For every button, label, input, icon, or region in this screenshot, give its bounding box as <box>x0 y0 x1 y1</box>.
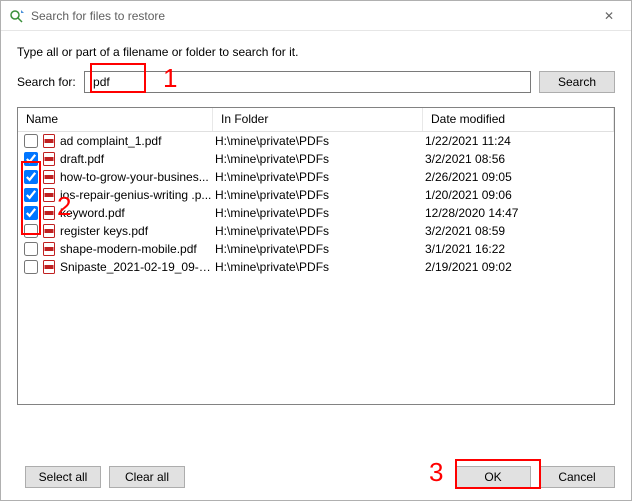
row-date: 3/2/2021 08:59 <box>425 224 608 238</box>
row-filename: Snipaste_2021-02-19_09-02... <box>60 260 215 274</box>
pdf-file-icon <box>42 188 56 202</box>
row-folder: H:\mine\private\PDFs <box>215 242 425 256</box>
row-date: 12/28/2020 14:47 <box>425 206 608 220</box>
search-label: Search for: <box>17 75 76 89</box>
row-date: 2/26/2021 09:05 <box>425 170 608 184</box>
table-row[interactable]: draft.pdfH:\mine\private\PDFs3/2/2021 08… <box>18 150 614 168</box>
dialog-body: Type all or part of a filename or folder… <box>1 31 631 405</box>
table-row[interactable]: how-to-grow-your-busines...H:\mine\priva… <box>18 168 614 186</box>
row-filename: ios-repair-genius-writing .p... <box>60 188 215 202</box>
pdf-file-icon <box>42 242 56 256</box>
table-row[interactable]: Snipaste_2021-02-19_09-02...H:\mine\priv… <box>18 258 614 276</box>
row-folder: H:\mine\private\PDFs <box>215 170 425 184</box>
row-checkbox[interactable] <box>24 260 38 274</box>
row-folder: H:\mine\private\PDFs <box>215 188 425 202</box>
column-header-date[interactable]: Date modified <box>423 108 614 131</box>
row-checkbox[interactable] <box>24 242 38 256</box>
pdf-file-icon <box>42 170 56 184</box>
select-all-button[interactable]: Select all <box>25 466 101 488</box>
table-row[interactable]: ad complaint_1.pdfH:\mine\private\PDFs1/… <box>18 132 614 150</box>
list-rows: ad complaint_1.pdfH:\mine\private\PDFs1/… <box>18 132 614 276</box>
pdf-file-icon <box>42 134 56 148</box>
cancel-button[interactable]: Cancel <box>539 466 615 488</box>
row-filename: how-to-grow-your-busines... <box>60 170 215 184</box>
search-input[interactable] <box>84 71 531 93</box>
dialog-footer: Select all Clear all OK Cancel <box>1 456 631 500</box>
row-checkbox[interactable] <box>24 152 38 166</box>
clear-all-button[interactable]: Clear all <box>109 466 185 488</box>
row-checkbox[interactable] <box>24 170 38 184</box>
table-row[interactable]: shape-modern-mobile.pdfH:\mine\private\P… <box>18 240 614 258</box>
dialog-window: Search for files to restore ✕ Type all o… <box>0 0 632 501</box>
row-date: 3/1/2021 16:22 <box>425 242 608 256</box>
row-checkbox[interactable] <box>24 188 38 202</box>
row-checkbox[interactable] <box>24 134 38 148</box>
file-list: Name In Folder Date modified ad complain… <box>17 107 615 405</box>
table-row[interactable]: keyword.pdfH:\mine\private\PDFs12/28/202… <box>18 204 614 222</box>
row-checkbox[interactable] <box>24 224 38 238</box>
ok-button[interactable]: OK <box>455 466 531 488</box>
row-date: 1/20/2021 09:06 <box>425 188 608 202</box>
window-title: Search for files to restore <box>31 9 587 23</box>
row-date: 2/19/2021 09:02 <box>425 260 608 274</box>
row-filename: keyword.pdf <box>60 206 215 220</box>
pdf-file-icon <box>42 260 56 274</box>
titlebar: Search for files to restore ✕ <box>1 1 631 31</box>
row-checkbox[interactable] <box>24 206 38 220</box>
search-button[interactable]: Search <box>539 71 615 93</box>
list-header: Name In Folder Date modified <box>18 108 614 132</box>
pdf-file-icon <box>42 206 56 220</box>
row-folder: H:\mine\private\PDFs <box>215 260 425 274</box>
column-header-folder[interactable]: In Folder <box>213 108 423 131</box>
close-button[interactable]: ✕ <box>587 1 631 31</box>
row-folder: H:\mine\private\PDFs <box>215 224 425 238</box>
row-folder: H:\mine\private\PDFs <box>215 134 425 148</box>
search-row: Search for: Search <box>17 71 615 93</box>
row-folder: H:\mine\private\PDFs <box>215 206 425 220</box>
row-filename: register keys.pdf <box>60 224 215 238</box>
column-header-name[interactable]: Name <box>18 108 213 131</box>
table-row[interactable]: register keys.pdfH:\mine\private\PDFs3/2… <box>18 222 614 240</box>
row-date: 1/22/2021 11:24 <box>425 134 608 148</box>
row-filename: shape-modern-mobile.pdf <box>60 242 215 256</box>
row-date: 3/2/2021 08:56 <box>425 152 608 166</box>
close-icon: ✕ <box>604 9 614 23</box>
table-row[interactable]: ios-repair-genius-writing .p...H:\mine\p… <box>18 186 614 204</box>
row-filename: draft.pdf <box>60 152 215 166</box>
app-icon <box>9 8 25 24</box>
pdf-file-icon <box>42 224 56 238</box>
pdf-file-icon <box>42 152 56 166</box>
row-filename: ad complaint_1.pdf <box>60 134 215 148</box>
instruction-text: Type all or part of a filename or folder… <box>17 45 615 59</box>
row-folder: H:\mine\private\PDFs <box>215 152 425 166</box>
